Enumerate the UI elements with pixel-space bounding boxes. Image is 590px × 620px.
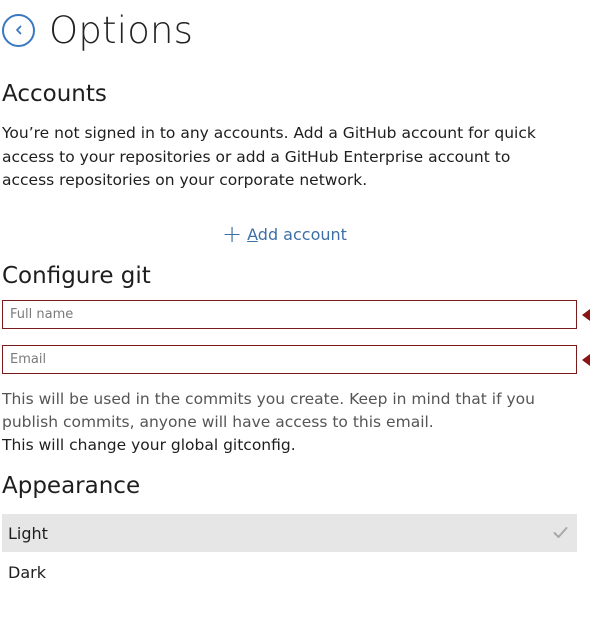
appearance-heading: Appearance	[2, 473, 141, 499]
theme-option-label: Light	[8, 523, 48, 543]
configure-git-heading: Configure git	[2, 263, 151, 289]
email-usage-note: This will be used in the commits you cre…	[2, 390, 535, 431]
page-title: Options	[49, 8, 194, 52]
back-button[interactable]	[2, 13, 35, 47]
accounts-heading: Accounts	[2, 81, 107, 107]
checkmark-icon	[553, 527, 568, 538]
email-field	[2, 345, 590, 374]
theme-option-dark[interactable]: Dark	[2, 553, 577, 591]
full-name-field	[2, 300, 590, 329]
full-name-error-marker	[582, 309, 590, 321]
add-account-button[interactable]: + Add account	[222, 222, 347, 246]
plus-icon: +	[222, 220, 243, 248]
accounts-description: You’re not signed in to any accounts. Ad…	[2, 124, 536, 189]
git-note: This will be used in the commits you cre…	[2, 388, 562, 457]
theme-option-light[interactable]: Light	[2, 514, 577, 552]
global-gitconfig-note: This will change your global gitconfig.	[2, 436, 296, 454]
page-header: Options	[2, 5, 193, 55]
theme-option-label: Dark	[8, 562, 46, 582]
email-input[interactable]	[3, 346, 576, 373]
email-error-marker	[582, 354, 590, 366]
full-name-input[interactable]	[3, 301, 576, 328]
add-account-label: Add account	[247, 224, 347, 244]
chevron-left-icon	[15, 25, 21, 35]
